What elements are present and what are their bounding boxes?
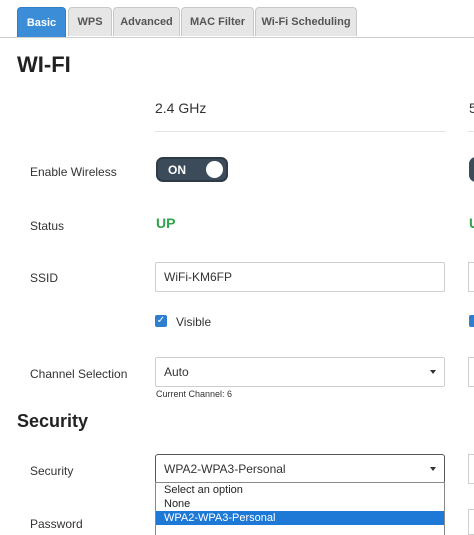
ssid-input[interactable]: WiFi-KM6FP xyxy=(155,262,445,292)
tab-bar: Basic WPS Advanced MAC Filter Wi-Fi Sche… xyxy=(0,0,474,38)
status-value: UP xyxy=(156,215,176,231)
visible-checkbox[interactable]: ✓ xyxy=(155,315,167,327)
toggle-text: ON xyxy=(168,163,186,177)
security-select-value: WPA2-WPA3-Personal xyxy=(164,462,286,476)
password-input-secondary[interactable] xyxy=(468,509,474,535)
band-label-primary: 2.4 GHz xyxy=(155,100,207,116)
ssid-label: SSID xyxy=(30,271,59,285)
visible-label: Visible xyxy=(176,315,212,329)
ssid-input-secondary[interactable] xyxy=(468,262,474,292)
security-select-secondary[interactable] xyxy=(468,454,474,484)
tab-wifi-scheduling[interactable]: Wi-Fi Scheduling xyxy=(255,7,357,36)
tab-mac-filter[interactable]: MAC Filter xyxy=(181,7,254,36)
chevron-down-icon xyxy=(430,467,436,471)
channel-select-secondary[interactable] xyxy=(468,357,474,387)
tab-basic[interactable]: Basic xyxy=(17,7,66,37)
section-title: WI-FI xyxy=(17,52,71,77)
status-value-secondary: U xyxy=(469,215,474,231)
security-dropdown-list: Select an option None WPA2-WPA3-Personal xyxy=(155,482,445,535)
divider xyxy=(155,131,446,132)
enable-wireless-toggle-secondary[interactable] xyxy=(469,157,474,182)
chevron-down-icon xyxy=(430,370,436,374)
security-title: Security xyxy=(17,411,89,431)
channel-selection-label: Channel Selection xyxy=(30,367,128,381)
current-channel-text: Current Channel: 6 xyxy=(156,389,233,399)
security-label: Security xyxy=(30,464,74,478)
toggle-knob xyxy=(206,161,223,178)
password-label: Password xyxy=(30,517,83,531)
security-option-wpa2-wpa3[interactable]: WPA2-WPA3-Personal xyxy=(156,511,444,525)
security-select[interactable]: WPA2-WPA3-Personal xyxy=(155,454,445,484)
channel-select[interactable]: Auto xyxy=(155,357,445,387)
visible-checkbox-secondary[interactable] xyxy=(469,315,474,327)
channel-select-value: Auto xyxy=(164,365,189,379)
status-label: Status xyxy=(30,219,65,233)
tab-advanced[interactable]: Advanced xyxy=(113,7,180,36)
enable-wireless-label: Enable Wireless xyxy=(30,165,117,179)
band-label-secondary: 5 xyxy=(469,100,474,116)
enable-wireless-toggle[interactable]: ON xyxy=(156,157,228,182)
security-option-none[interactable]: None xyxy=(156,497,444,511)
divider-secondary xyxy=(468,131,474,132)
security-option-select[interactable]: Select an option xyxy=(156,483,444,497)
tab-wps[interactable]: WPS xyxy=(68,7,112,36)
